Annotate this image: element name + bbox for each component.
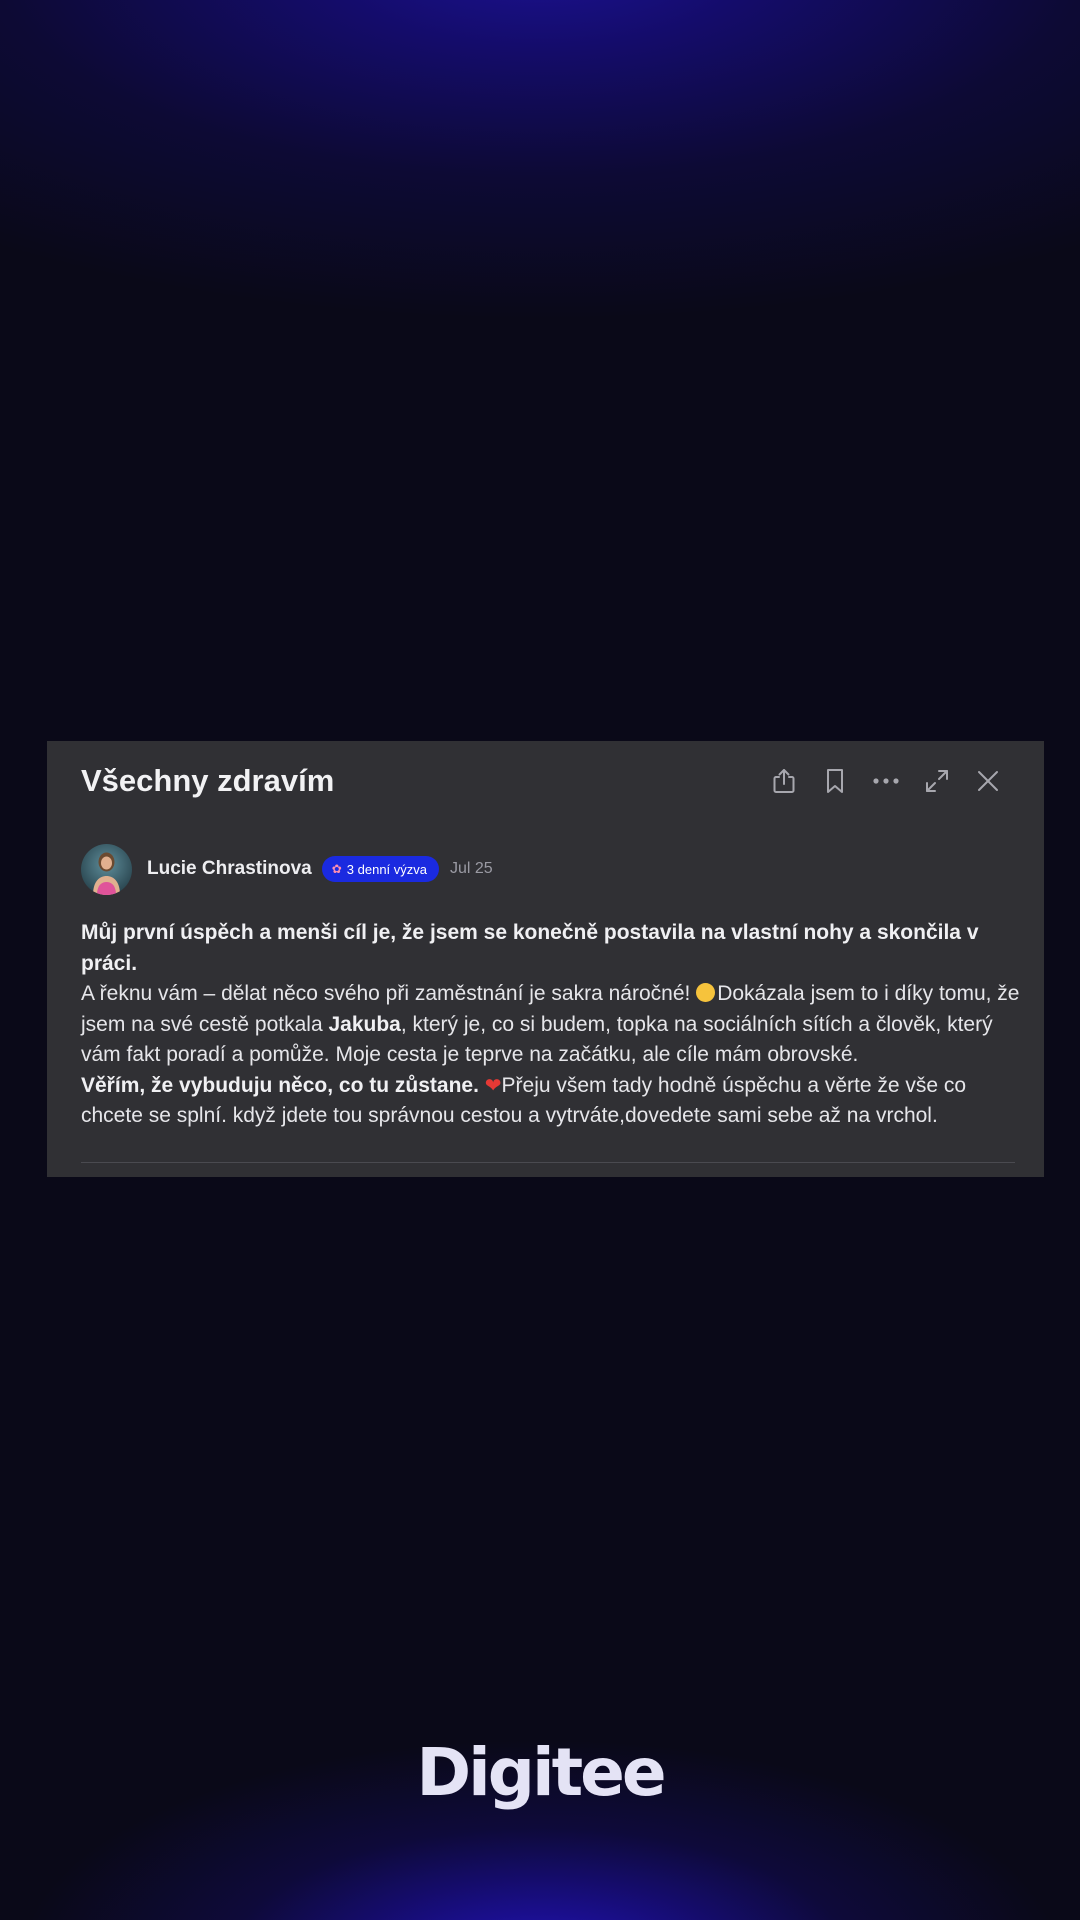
challenge-badge: ✿ 3 denní výzva [321, 856, 439, 882]
divider [81, 1162, 1015, 1163]
brand-logo: Digitee [416, 1734, 666, 1811]
post-actions [764, 761, 1008, 801]
post-text: A řeknu vám – dělat něco svého při zaměs… [81, 982, 697, 1005]
post-author-row: Lucie Chrastinova ✿ 3 denní výzva Jul 25 [81, 843, 493, 895]
post-paragraph: A řeknu vám – dělat něco svého při zaměs… [81, 979, 1021, 1071]
expand-icon [926, 770, 948, 792]
more-options-button[interactable] [866, 761, 906, 801]
brain-icon: ✿ [331, 862, 342, 876]
expand-button[interactable] [917, 761, 957, 801]
post-bold-text: Můj první úspěch a menši cíl je, že jsem… [81, 921, 979, 975]
share-icon [773, 769, 795, 793]
author-name[interactable]: Lucie Chrastinova [147, 858, 312, 880]
bookmark-button[interactable] [815, 761, 855, 801]
post-modal: Všechny zdravím Lucie Chrastinova ✿ 3 de… [47, 741, 1044, 1177]
post-mention: Jakuba [328, 1012, 401, 1036]
post-title: Všechny zdravím [81, 763, 335, 798]
more-icon [873, 778, 899, 784]
post-date: Jul 25 [450, 860, 493, 877]
close-icon [978, 771, 998, 791]
post-paragraph: Věřím, že vybuduju něco, co tu zůstane. … [81, 1071, 1021, 1132]
heart-emoji-icon: ❤ [484, 1074, 502, 1097]
post-bold-text: Věřím, že vybuduju něco, co tu zůstane. [81, 1073, 485, 1097]
top-glow-background [0, 0, 1080, 360]
avatar-image [81, 843, 132, 895]
badge-label: 3 denní výzva [346, 861, 427, 877]
smile-emoji-icon [696, 983, 716, 1002]
avatar[interactable] [81, 843, 132, 895]
bookmark-icon [827, 769, 843, 793]
post-paragraph: Můj první úspěch a menši cíl je, že jsem… [81, 918, 1021, 979]
share-button[interactable] [764, 761, 804, 801]
post-body: Můj první úspěch a menši cíl je, že jsem… [81, 918, 1021, 1132]
close-button[interactable] [968, 761, 1008, 801]
